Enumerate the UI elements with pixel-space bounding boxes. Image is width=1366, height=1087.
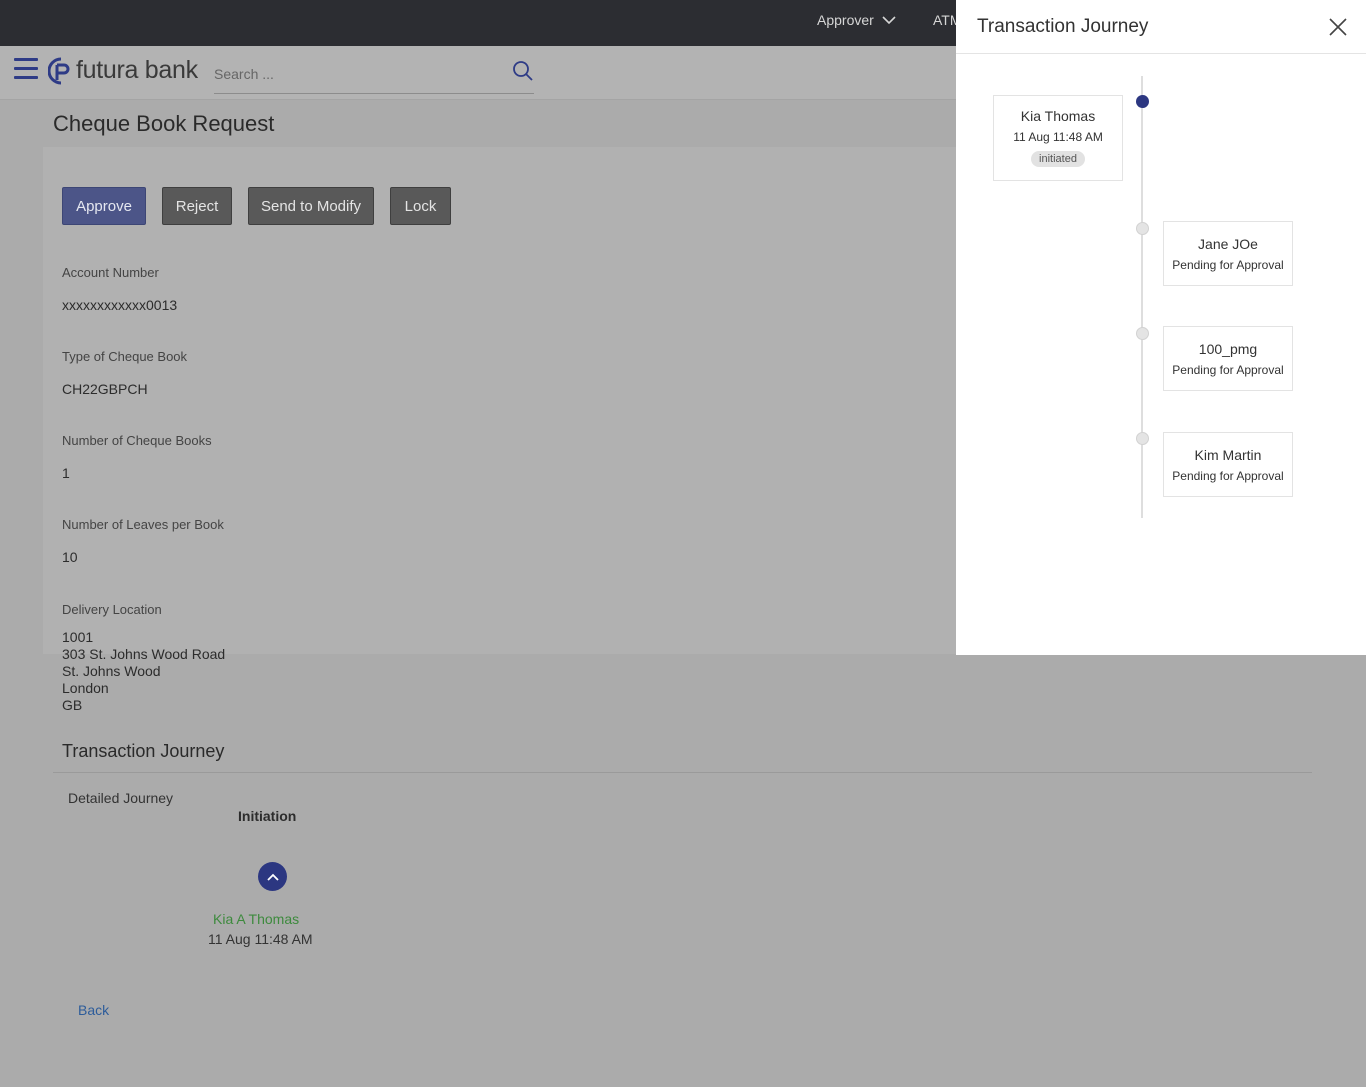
bank-logo[interactable]: futura bank bbox=[48, 56, 198, 85]
address-line: GB bbox=[62, 697, 83, 713]
step-name: Jane JOe bbox=[1198, 236, 1258, 252]
initiator-time: 11 Aug 11:48 AM bbox=[208, 931, 313, 947]
search-icon[interactable] bbox=[512, 60, 534, 82]
timeline-line bbox=[1141, 76, 1143, 518]
cheque-book-type-label: Type of Cheque Book bbox=[62, 349, 188, 364]
timeline-dot-pending bbox=[1136, 327, 1149, 340]
panel-divider bbox=[956, 53, 1366, 54]
transaction-journey-heading: Transaction Journey bbox=[62, 741, 225, 761]
logo-text: futura bank bbox=[76, 56, 198, 84]
search-bar bbox=[214, 60, 534, 94]
chevron-up-icon bbox=[266, 873, 279, 881]
step-name: Kim Martin bbox=[1194, 447, 1262, 463]
delivery-location-address: 1001 303 St. Johns Wood Road St. Johns W… bbox=[62, 629, 225, 714]
approve-button[interactable]: Approve bbox=[62, 187, 146, 225]
step-name: 100_pmg bbox=[1198, 341, 1258, 357]
close-icon[interactable] bbox=[1328, 17, 1348, 37]
account-number-label: Account Number bbox=[62, 265, 159, 280]
timeline-step-card: Kim Martin Pending for Approval bbox=[1163, 432, 1293, 497]
timeline-dot-pending bbox=[1136, 222, 1149, 235]
role-label: Approver bbox=[817, 12, 874, 28]
leaves-per-book-value: 10 bbox=[62, 549, 78, 565]
step-name: Kia Thomas bbox=[1020, 108, 1096, 124]
detailed-journey-tab[interactable]: Detailed Journey bbox=[68, 790, 173, 806]
reject-button[interactable]: Reject bbox=[162, 187, 232, 225]
page-title: Cheque Book Request bbox=[53, 111, 275, 136]
address-line: London bbox=[62, 680, 109, 696]
transaction-journey-panel: Transaction Journey Kia Thomas 11 Aug 11… bbox=[956, 0, 1366, 655]
step-status: Pending for Approval bbox=[1172, 363, 1284, 377]
futura-logo-icon bbox=[48, 57, 70, 84]
cheque-books-count-value: 1 bbox=[62, 465, 70, 481]
timeline-step-card: Jane JOe Pending for Approval bbox=[1163, 221, 1293, 286]
timeline-step-card: 100_pmg Pending for Approval bbox=[1163, 326, 1293, 391]
cheque-book-type-value: CH22GBPCH bbox=[62, 381, 148, 397]
leaves-per-book-label: Number of Leaves per Book bbox=[62, 517, 224, 532]
step-time: 11 Aug 11:48 AM bbox=[1013, 130, 1103, 144]
delivery-location-label: Delivery Location bbox=[62, 602, 162, 617]
collapse-journey-button[interactable] bbox=[258, 862, 287, 891]
back-link[interactable]: Back bbox=[78, 1002, 109, 1018]
step-status: Pending for Approval bbox=[1172, 469, 1284, 483]
panel-title: Transaction Journey bbox=[977, 16, 1149, 37]
chevron-down-icon bbox=[882, 15, 896, 24]
status-badge: initiated bbox=[1031, 151, 1085, 167]
menu-icon[interactable] bbox=[14, 58, 38, 80]
initiator-name: Kia A Thomas bbox=[213, 911, 300, 927]
timeline-step-card: Kia Thomas 11 Aug 11:48 AM initiated bbox=[993, 95, 1123, 181]
journey-stage-label: Initiation bbox=[238, 808, 297, 824]
step-status: Pending for Approval bbox=[1172, 258, 1284, 272]
address-line: 303 St. Johns Wood Road bbox=[62, 646, 226, 662]
timeline-dot-pending bbox=[1136, 432, 1149, 445]
timeline-dot-active bbox=[1136, 95, 1149, 108]
account-number-value: xxxxxxxxxxxx0013 bbox=[62, 297, 178, 313]
section-divider bbox=[53, 772, 1312, 773]
send-to-modify-button[interactable]: Send to Modify bbox=[248, 187, 374, 225]
lock-button[interactable]: Lock bbox=[390, 187, 451, 225]
role-switcher[interactable]: Approver bbox=[817, 12, 896, 28]
search-input[interactable] bbox=[214, 60, 494, 84]
address-line: 1001 bbox=[62, 629, 94, 645]
cheque-books-count-label: Number of Cheque Books bbox=[62, 433, 212, 448]
address-line: St. Johns Wood bbox=[62, 663, 161, 679]
